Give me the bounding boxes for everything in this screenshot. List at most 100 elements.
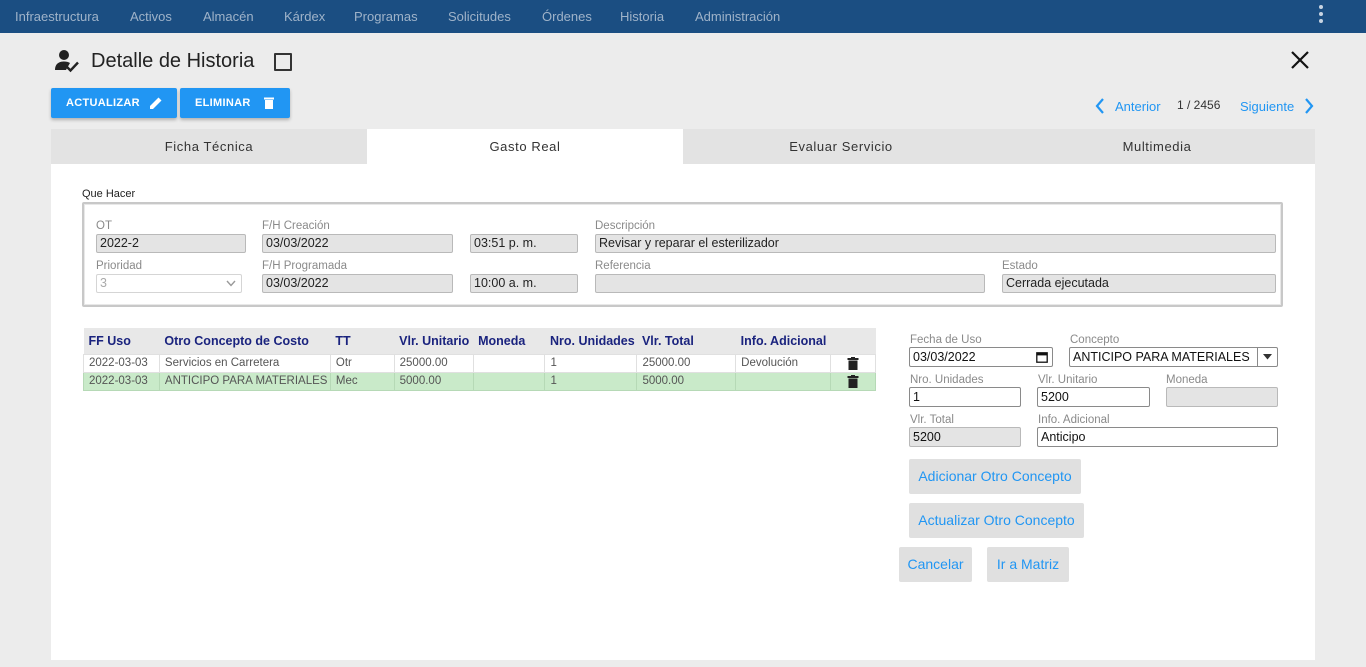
referencia-field (595, 274, 985, 293)
info-adicional-label: Info. Adicional (1038, 414, 1110, 426)
header-checkbox[interactable] (274, 53, 292, 71)
prioridad-label: Prioridad (96, 260, 143, 272)
nav-historia[interactable]: Historia (620, 9, 664, 24)
cell-concepto: ANTICIPO PARA MATERIALES (158, 371, 331, 391)
ot-label: OT (96, 220, 112, 232)
fecha-uso-input[interactable]: 03/03/2022 (909, 347, 1053, 367)
trash-icon[interactable] (847, 356, 859, 370)
vlr-unitario-input[interactable]: 5200 (1037, 387, 1150, 407)
top-nav: Infraestructura Activos Almacén Kárdex P… (0, 0, 1366, 33)
cell-actions (830, 353, 876, 373)
col-info-adicional[interactable]: Info. Adicional (735, 328, 831, 354)
col-actions (830, 328, 876, 354)
table-header-row: FF Uso Otro Concepto de Costo TT Vlr. Un… (83, 328, 876, 354)
col-moneda[interactable]: Moneda (473, 328, 545, 354)
cell-actions (830, 371, 876, 391)
col-otro-concepto[interactable]: Otro Concepto de Costo (159, 328, 331, 354)
fh-programada-time-field: 10:00 a. m. (470, 274, 578, 293)
calendar-icon[interactable] (1036, 351, 1048, 363)
cell-info-adicional: Devolución (735, 353, 832, 373)
fecha-uso-label: Fecha de Uso (910, 334, 982, 346)
fh-creacion-date-field: 03/03/2022 (262, 234, 453, 253)
nav-administracion[interactable]: Administración (695, 9, 780, 24)
fh-creacion-time-field: 03:51 p. m. (470, 234, 578, 253)
cancelar-button[interactable]: Cancelar (899, 547, 972, 582)
cell-ff-uso: 2022-03-03 (83, 371, 160, 391)
eliminar-label: ELIMINAR (195, 97, 251, 109)
ir-a-matriz-button[interactable]: Ir a Matriz (987, 547, 1069, 582)
fh-creacion-label: F/H Creación (262, 220, 330, 232)
nro-unidades-input[interactable]: 1 (909, 387, 1021, 407)
tab-evaluar-servicio[interactable]: Evaluar Servicio (683, 129, 999, 164)
nav-programas[interactable]: Programas (354, 9, 418, 24)
fecha-uso-value: 03/03/2022 (913, 350, 976, 364)
col-vlr-unitario[interactable]: Vlr. Unitario (394, 328, 474, 354)
eliminar-button[interactable]: ELIMINAR (180, 88, 290, 118)
nav-infraestructura[interactable]: Infraestructura (15, 9, 99, 24)
costs-table: FF Uso Otro Concepto de Costo TT Vlr. Un… (83, 328, 876, 391)
tab-ficha-tecnica[interactable]: Ficha Técnica (51, 129, 367, 164)
actualizar-button[interactable]: ACTUALIZAR (51, 88, 177, 118)
table-row[interactable]: 2022-03-03 ANTICIPO PARA MATERIALES Mec … (83, 371, 876, 391)
more-vert-icon[interactable] (1318, 5, 1324, 23)
anterior-link[interactable]: Anterior (1115, 99, 1161, 114)
nav-solicitudes[interactable]: Solicitudes (448, 9, 511, 24)
page-title: Detalle de Historia (91, 50, 255, 72)
col-nro-unidades[interactable]: Nro. Unidades (544, 328, 637, 354)
cell-tt: Mec (329, 371, 395, 391)
chevron-down-icon (226, 280, 236, 287)
moneda-label: Moneda (1166, 374, 1208, 386)
cell-info-adicional (735, 371, 832, 391)
cell-tt: Otr (329, 353, 395, 373)
chevron-right-icon[interactable] (1304, 98, 1314, 114)
fh-programada-date-field: 03/03/2022 (262, 274, 453, 293)
concepto-label: Concepto (1070, 334, 1120, 346)
trash-icon[interactable] (847, 374, 859, 388)
concepto-value: ANTICIPO PARA MATERIALES (1073, 350, 1250, 364)
nav-almacen[interactable]: Almacén (203, 9, 254, 24)
cell-ff-uso: 2022-03-03 (83, 353, 160, 373)
prioridad-select: 3 (96, 274, 242, 293)
vlr-total-field: 5200 (909, 427, 1021, 447)
referencia-label: Referencia (595, 260, 651, 272)
cell-vlr-total: 25000.00 (636, 353, 737, 373)
col-ff-uso[interactable]: FF Uso (83, 328, 160, 354)
nav-kardex[interactable]: Kárdex (284, 9, 325, 24)
info-adicional-input[interactable]: Anticipo (1037, 427, 1278, 447)
trash-icon (264, 97, 274, 109)
col-tt[interactable]: TT (330, 328, 395, 354)
prioridad-value: 3 (100, 276, 107, 290)
fh-programada-label: F/H Programada (262, 260, 348, 272)
chevron-left-icon[interactable] (1095, 98, 1105, 114)
cell-moneda (472, 371, 546, 391)
siguiente-link[interactable]: Siguiente (1240, 99, 1294, 114)
cell-vlr-unitario: 25000.00 (393, 353, 474, 373)
cell-moneda (472, 353, 546, 373)
page-count: 1 / 2456 (1177, 98, 1221, 112)
concepto-dropdown[interactable] (1257, 348, 1277, 366)
cell-nro-unidades: 1 (544, 371, 638, 391)
nro-unidades-label: Nro. Unidades (910, 374, 984, 386)
estado-field: Cerrada ejecutada (1002, 274, 1276, 293)
vlr-unitario-label: Vlr. Unitario (1038, 374, 1098, 386)
col-vlr-total[interactable]: Vlr. Total (636, 328, 736, 354)
cell-vlr-total: 5000.00 (636, 371, 737, 391)
close-icon[interactable] (1289, 49, 1311, 71)
estado-label: Estado (1002, 260, 1038, 272)
actualizar-label: ACTUALIZAR (66, 97, 140, 109)
table-row[interactable]: 2022-03-03 Servicios en Carretera Otr 25… (83, 353, 876, 373)
moneda-field (1166, 387, 1278, 407)
person-check-icon (55, 50, 79, 73)
concepto-select[interactable]: ANTICIPO PARA MATERIALES (1069, 347, 1278, 367)
adicionar-otro-concepto-button[interactable]: Adicionar Otro Concepto (909, 459, 1081, 494)
nav-activos[interactable]: Activos (130, 9, 172, 24)
tab-multimedia[interactable]: Multimedia (999, 129, 1315, 164)
descripcion-field: Revisar y reparar el esterilizador (595, 234, 1276, 253)
cell-nro-unidades: 1 (544, 353, 638, 373)
nav-ordenes[interactable]: Órdenes (542, 9, 592, 24)
caret-down-icon (1263, 354, 1272, 360)
cell-concepto: Servicios en Carretera (158, 353, 331, 373)
que-hacer-legend: Que Hacer (82, 188, 136, 200)
tab-gasto-real[interactable]: Gasto Real (367, 129, 683, 164)
actualizar-otro-concepto-button[interactable]: Actualizar Otro Concepto (909, 503, 1084, 538)
